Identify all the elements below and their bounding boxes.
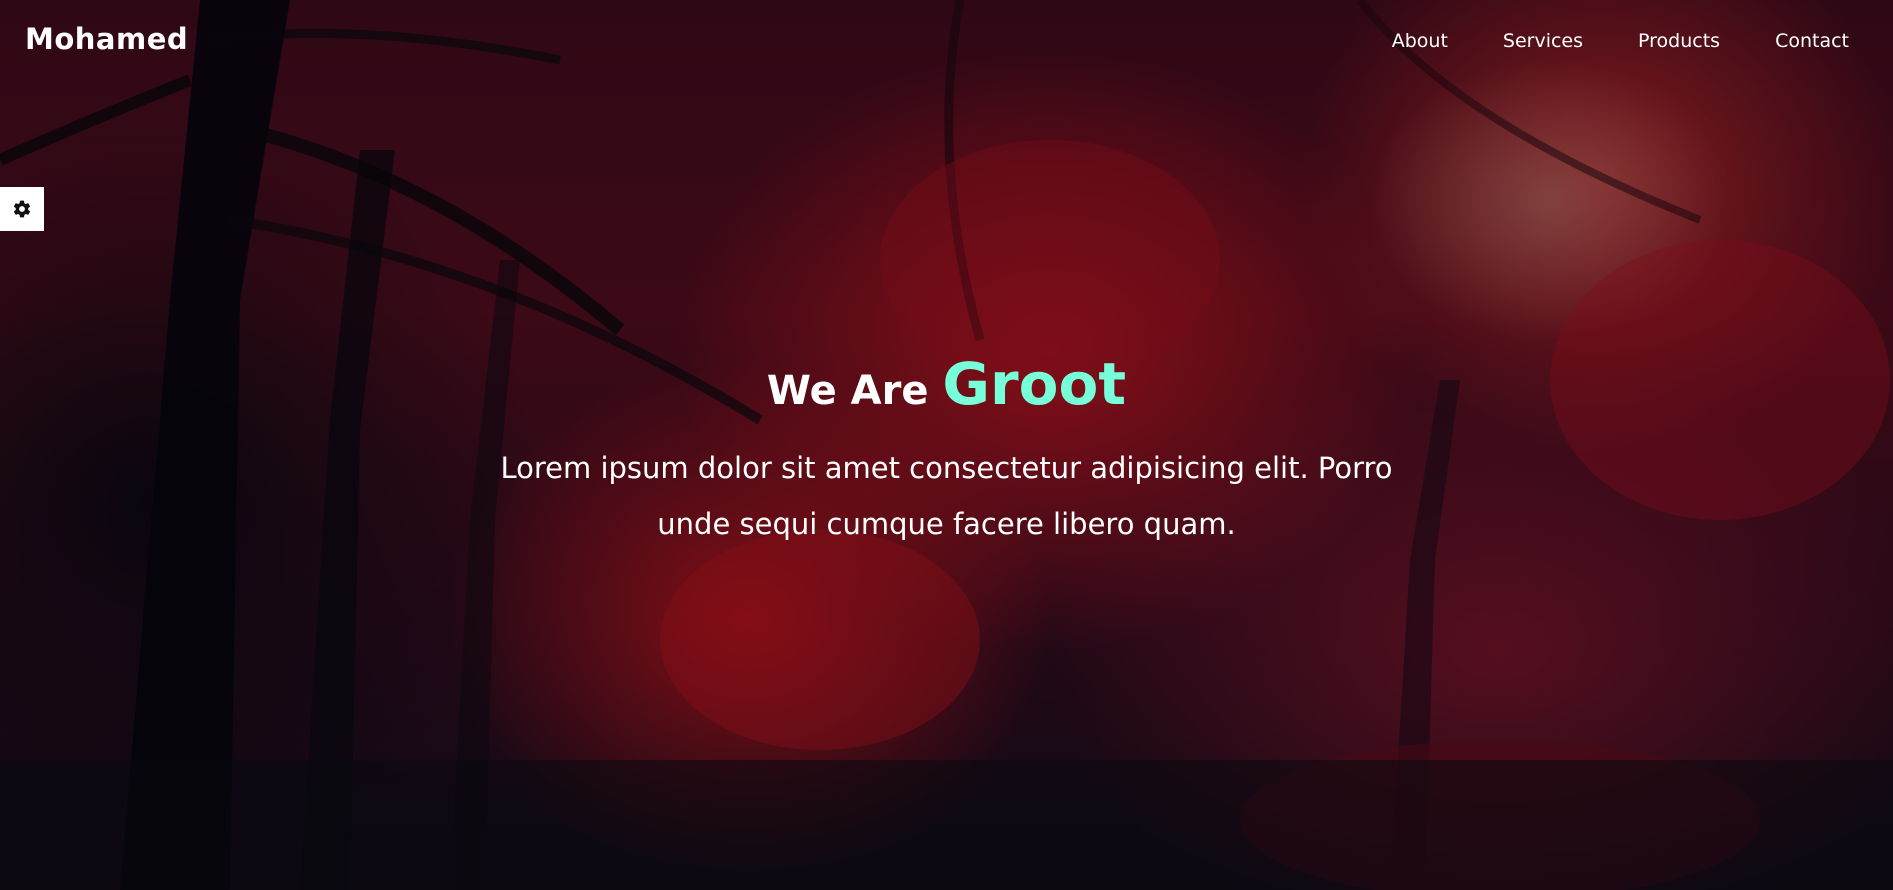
gear-icon xyxy=(13,200,31,218)
hero-title: We Are Groot xyxy=(0,350,1893,418)
nav-link-contact[interactable]: Contact xyxy=(1775,30,1849,52)
hero-title-highlight: Groot xyxy=(942,350,1127,418)
hero-title-prefix: We Are xyxy=(766,368,929,414)
brand-logo[interactable]: Mohamed xyxy=(25,22,188,56)
nav-links: About Services Products Contact xyxy=(1392,30,1849,52)
hero-content: We Are Groot Lorem ipsum dolor sit amet … xyxy=(0,350,1893,552)
navbar: Mohamed About Services Products Contact xyxy=(0,0,1893,84)
hero-paragraph: Lorem ipsum dolor sit amet consectetur a… xyxy=(500,451,1393,541)
nav-link-products[interactable]: Products xyxy=(1638,30,1720,52)
nav-link-about[interactable]: About xyxy=(1392,30,1448,52)
hero-section: Mohamed About Services Products Contact … xyxy=(0,0,1893,890)
nav-link-services[interactable]: Services xyxy=(1503,30,1583,52)
settings-toggle-button[interactable] xyxy=(0,187,44,231)
